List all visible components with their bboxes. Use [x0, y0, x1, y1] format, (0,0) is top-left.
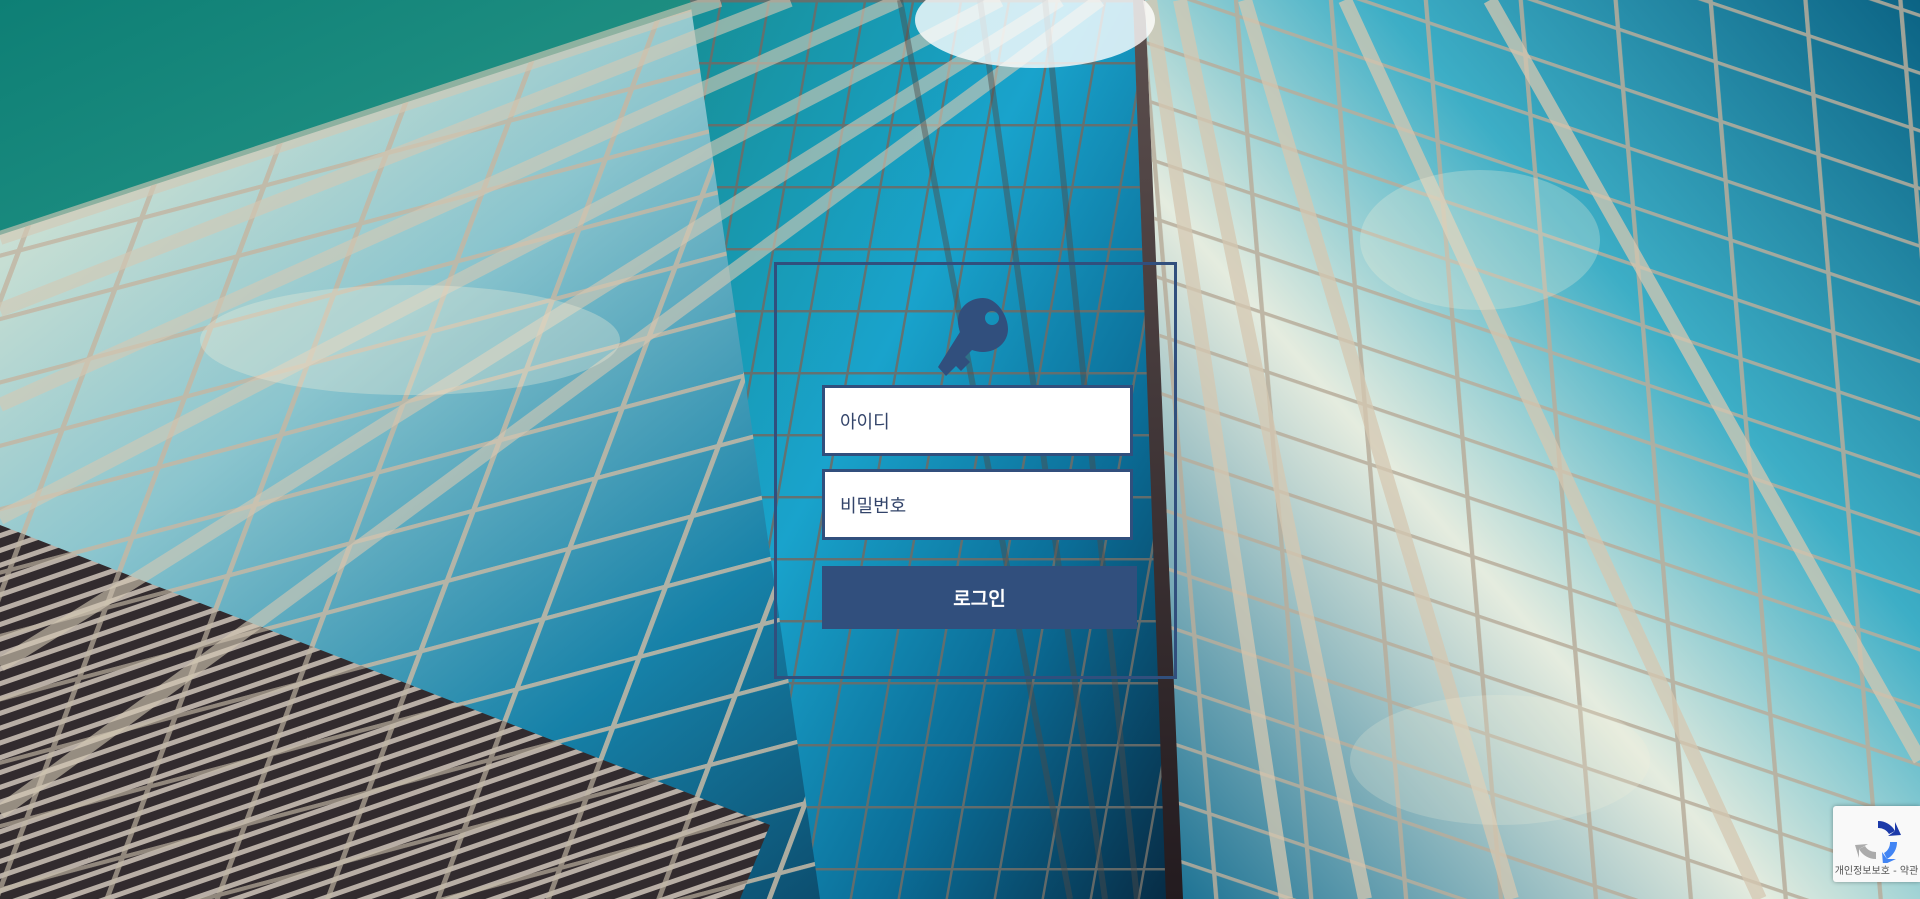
login-button[interactable]: 로그인	[822, 566, 1137, 629]
terms-link[interactable]: 약관	[1900, 866, 1918, 877]
key-icon	[938, 298, 1008, 376]
recaptcha-links: 개인정보보호 - 약관	[1833, 862, 1920, 877]
password-input[interactable]: 비밀번호	[822, 469, 1133, 540]
privacy-link[interactable]: 개인정보보호	[1835, 866, 1890, 877]
recaptcha-icon	[1855, 820, 1901, 863]
username-input[interactable]: 아이디	[822, 385, 1133, 456]
login-page: 아이디 비밀번호 로그인 개인정보보호 - 약관	[0, 0, 1920, 899]
login-form: 아이디 비밀번호 로그인	[774, 262, 1177, 679]
recaptcha-badge[interactable]: 개인정보보호 - 약관	[1833, 806, 1920, 882]
link-separator: -	[1889, 866, 1900, 877]
